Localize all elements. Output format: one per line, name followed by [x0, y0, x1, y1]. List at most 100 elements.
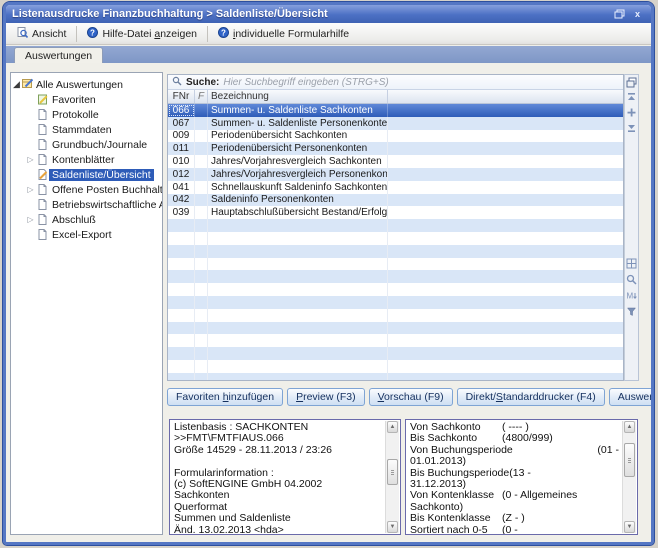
tab-auswertungen[interactable]: Auswertungen: [14, 47, 103, 63]
tree-item-betriebswirtschaftliche-auswertungen[interactable]: Betriebswirtschaftliche Auswertungen: [11, 197, 162, 212]
info-line: Sortiert nach 0-5(0 -: [410, 525, 621, 535]
tree-item-grundbuch-journale[interactable]: Grundbuch/Journale: [11, 137, 162, 152]
filter-icon[interactable]: [626, 306, 637, 317]
cell-f: [195, 155, 208, 168]
scrollbar-thumb[interactable]: [387, 459, 398, 485]
table-row-empty[interactable]: [168, 309, 623, 322]
tree-collapsed-icon[interactable]: ▷: [25, 215, 36, 224]
plus-icon[interactable]: [626, 107, 637, 118]
table-row[interactable]: 012Jahres/Vorjahresvergleich Personenkon…: [168, 168, 623, 181]
tree-item-saldenliste-übersicht[interactable]: Saldenliste/Übersicht: [11, 167, 162, 182]
preview-f3--button[interactable]: Preview (F3): [287, 388, 365, 406]
table-row-empty[interactable]: [168, 296, 623, 309]
column-header-bezeichnung[interactable]: Bezeichnung: [208, 90, 388, 103]
table-row-empty[interactable]: [168, 232, 623, 245]
table-row[interactable]: 067Summen- u. Saldenliste Personenkonten: [168, 117, 623, 130]
column-header-fnr[interactable]: FNr: [168, 90, 195, 103]
tree-collapsed-icon[interactable]: ▷: [25, 155, 36, 164]
cell-f: [195, 283, 208, 296]
cell-bezeichnung: Hauptabschlußübersicht Bestand/Erfolg: [208, 206, 388, 219]
tree-item-label: Betriebswirtschaftliche Auswertungen: [49, 199, 163, 211]
vorschau-f9--button[interactable]: Vorschau (F9): [369, 388, 453, 406]
sort-icon[interactable]: M: [626, 290, 637, 301]
cell-fnr: 039: [168, 206, 195, 219]
tree-item-stammdaten[interactable]: Stammdaten: [11, 122, 162, 137]
tree-item-label: Offene Posten Buchhaltung: [49, 184, 163, 196]
auswertung-drucken-button[interactable]: Auswertung drucken: [609, 388, 654, 406]
tree-collapsed-icon[interactable]: ▷: [25, 185, 36, 194]
cell-filler: [388, 219, 623, 232]
tree-item-abschluß[interactable]: ▷Abschluß: [11, 212, 162, 227]
tree-item-excel-export[interactable]: Excel-Export: [11, 227, 162, 242]
scroll-top-icon[interactable]: [626, 92, 637, 103]
tree-expanded-icon[interactable]: ◢: [11, 79, 22, 90]
view-icon: [17, 27, 28, 41]
tree-item-label: Stammdaten: [49, 124, 115, 136]
tree-item-protokolle[interactable]: Protokolle: [11, 107, 162, 122]
tree-item-alle-auswertungen[interactable]: ◢Alle Auswertungen: [11, 77, 162, 92]
evaluations-tree: ◢Alle Auswertungen FavoritenProtokolle Sta…: [10, 72, 163, 535]
tree-item-kontenblätter[interactable]: ▷ Kontenblätter: [11, 152, 162, 167]
table-row[interactable]: 041Schnellauskunft Saldeninfo Sachkonten: [168, 181, 623, 194]
toolbar-separator: [76, 26, 77, 42]
windows-icon[interactable]: [626, 77, 637, 88]
zoom-icon[interactable]: [626, 274, 637, 285]
table-row-empty[interactable]: [168, 373, 623, 381]
cell-filler: [388, 245, 623, 258]
cell-f: [195, 104, 208, 117]
tree-item-offene-posten-buchhaltung[interactable]: ▷ Offene Posten Buchhaltung: [11, 182, 162, 197]
table-row-empty[interactable]: [168, 258, 623, 271]
scroll-up-icon[interactable]: ▲: [624, 421, 635, 433]
help-icon: ?: [218, 27, 229, 41]
cell-bezeichnung: Periodenübersicht Personenkonten: [208, 142, 388, 155]
page-icon: [36, 184, 49, 195]
cell-f: [195, 334, 208, 347]
toolbar-button-individuelle-formularhilfe[interactable]: ?individuelle Formularhilfe: [211, 24, 356, 44]
cell-filler: [388, 130, 623, 143]
info-value: (Z - ): [502, 513, 621, 524]
cell-bezeichnung: Jahres/Vorjahresvergleich Sachkonten: [208, 155, 388, 168]
tree-item-label: Favoriten: [49, 94, 99, 106]
cell-filler: [388, 373, 623, 381]
table-row-empty[interactable]: [168, 270, 623, 283]
table-row[interactable]: 010Jahres/Vorjahresvergleich Sachkonten: [168, 155, 623, 168]
table-row[interactable]: 042Saldeninfo Personenkonten: [168, 194, 623, 207]
close-icon[interactable]: x: [630, 8, 645, 21]
table-header[interactable]: FNr F Bezeichnung: [168, 90, 623, 104]
form-info-scrollbar[interactable]: ▲ ▼: [385, 421, 399, 533]
table-row-empty[interactable]: [168, 219, 623, 232]
table-row-empty[interactable]: [168, 334, 623, 347]
table-row-empty[interactable]: [168, 283, 623, 296]
grid-icon[interactable]: [626, 258, 637, 269]
direkt-standarddrucker-f4--button[interactable]: Direkt/Standarddrucker (F4): [457, 388, 605, 406]
search-bar[interactable]: Suche: Hier Suchbegriff eingeben (STRG+S…: [168, 75, 623, 90]
table-body: 066Summen- u. Saldenliste Sachkonten067S…: [168, 104, 623, 381]
table-row-empty[interactable]: [168, 245, 623, 258]
toolbar-button-ansicht[interactable]: Ansicht: [10, 24, 73, 44]
table-row-empty[interactable]: [168, 322, 623, 335]
scroll-down-icon[interactable]: ▼: [624, 521, 635, 533]
table-row[interactable]: 011Periodenübersicht Personenkonten: [168, 142, 623, 155]
scroll-down-icon[interactable]: ▼: [387, 521, 398, 533]
table-row[interactable]: 009Periodenübersicht Sachkonten: [168, 130, 623, 143]
scroll-up-icon[interactable]: ▲: [387, 421, 398, 433]
table-row-empty[interactable]: [168, 347, 623, 360]
page-icon: [36, 199, 49, 210]
table-row[interactable]: 039 Hauptabschlußübersicht Bestand/Erfolg: [168, 206, 623, 219]
toolbar-button-hilfe-datei-anzeigen[interactable]: ?Hilfe-Datei anzeigen: [80, 24, 204, 44]
favoriten-hinzuf-gen-button[interactable]: Favoriten hinzufügen: [167, 388, 283, 406]
tree-item-label: Kontenblätter: [49, 154, 117, 166]
scroll-bottom-icon[interactable]: [626, 122, 637, 133]
cell-bezeichnung: [208, 219, 388, 232]
cell-f: [195, 206, 208, 219]
table-row[interactable]: 066Summen- u. Saldenliste Sachkonten: [168, 104, 623, 117]
tree-item-favoriten[interactable]: Favoriten: [11, 92, 162, 107]
cell-filler: [388, 347, 623, 360]
column-header-f[interactable]: F: [195, 90, 208, 103]
search-label: Suche:: [186, 77, 219, 88]
table-row-empty[interactable]: [168, 360, 623, 373]
cell-fnr: [168, 270, 195, 283]
restore-icon[interactable]: [612, 8, 627, 21]
selection-info-scrollbar[interactable]: ▲ ▼: [622, 421, 636, 533]
scrollbar-thumb[interactable]: [624, 443, 635, 477]
